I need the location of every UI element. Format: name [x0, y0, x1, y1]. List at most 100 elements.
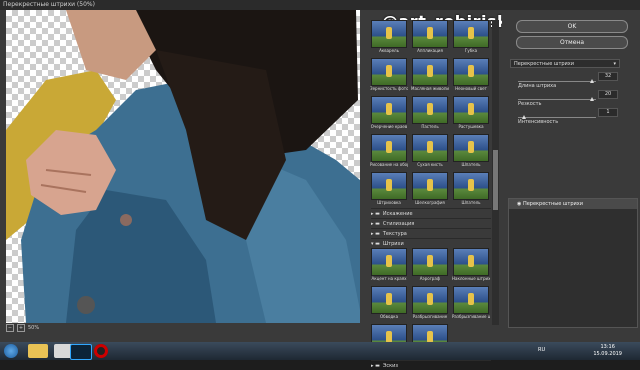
folder-brush-strokes[interactable]: ▾ ▬ Штрихи	[371, 238, 491, 248]
folder-label: Стилизация	[382, 220, 415, 227]
thumb-label: Разбрызгивание штрихов	[452, 314, 490, 319]
cancel-button[interactable]: Отмена	[516, 36, 628, 49]
folder-sketch[interactable]: ▸ ▬ Эскиз	[371, 360, 491, 370]
folder-distort[interactable]: ▸ ▬ Искажение	[371, 208, 491, 218]
slider-knob[interactable]	[521, 115, 526, 119]
param-stroke-length: Длина штриха 32	[518, 72, 618, 89]
thumb-label: Очерчение краев	[370, 124, 408, 129]
clock[interactable]: 13:16 15.09.2019	[593, 344, 622, 358]
zoom-out-button[interactable]: −	[6, 324, 14, 332]
thumb-image	[412, 286, 448, 314]
thumb-image	[453, 96, 489, 124]
folder-texture[interactable]: ▸ ▬ Текстура	[371, 228, 491, 238]
thumb-label: Аэрограф	[419, 276, 441, 281]
filter-thumb[interactable]: Неоновый свет	[453, 58, 489, 94]
thumb-label: Зернистость фотопленки	[370, 86, 408, 91]
language-indicator[interactable]: RU	[538, 347, 545, 353]
filter-thumb[interactable]: Пастель	[412, 96, 448, 132]
folder-icon[interactable]	[28, 344, 48, 358]
thumb-image	[371, 96, 407, 124]
record-icon[interactable]	[94, 344, 108, 358]
param-slider[interactable]	[518, 79, 596, 83]
folder-icon: ▸ ▬	[371, 362, 380, 369]
param-slider[interactable]	[518, 115, 596, 119]
photoshop-icon[interactable]	[70, 344, 92, 360]
folder-label: Штрихи	[382, 240, 404, 247]
thumb-image	[371, 58, 407, 86]
filter-gallery: Акварель Аппликация Губка Зернистость фо…	[370, 20, 491, 369]
filter-thumb[interactable]: Наклонные штрихи	[452, 248, 490, 284]
param-value-input[interactable]: 32	[598, 72, 618, 81]
filter-thumb[interactable]: Разбрызгивание	[412, 286, 448, 322]
filter-thumb[interactable]: Акцент на краях	[371, 248, 407, 284]
param-value-input[interactable]: 1	[598, 108, 618, 117]
filter-thumb[interactable]: Аэрограф	[412, 248, 448, 284]
filter-thumb[interactable]: Очерчение краев	[371, 96, 407, 132]
filter-select[interactable]: Перекрестные штрихи ▾	[510, 59, 620, 68]
zoom-controls: − + 50%	[6, 323, 39, 333]
layer-label: Перекрестные штрихи	[522, 201, 583, 207]
thumb-label: Рисование на обороте	[370, 162, 408, 167]
param-slider[interactable]	[518, 97, 596, 101]
thumb-label: Акварель	[379, 48, 399, 53]
artistic-thumbs: Акварель Аппликация Губка Зернистость фо…	[370, 20, 491, 208]
thumb-image	[412, 172, 448, 200]
thumb-label: Растушевка	[458, 124, 484, 129]
clock-date: 15.09.2019	[593, 351, 622, 357]
thumb-label: Акцент на краях	[371, 276, 407, 281]
thumb-image	[371, 134, 407, 162]
folder-label: Текстура	[382, 230, 407, 237]
thumb-label: Шпатель	[461, 162, 481, 167]
filter-thumb[interactable]: Шпатель	[453, 172, 489, 208]
folder-icon: ▸ ▬	[371, 220, 380, 227]
filter-thumb[interactable]: Акварель	[371, 20, 407, 56]
thumb-label: Обводка	[379, 314, 399, 319]
gallery-scrollbar[interactable]	[492, 20, 499, 325]
filter-thumb[interactable]: Обводка	[371, 286, 407, 322]
thumb-image	[412, 20, 448, 48]
filter-gallery-window: Перекрестные штрихи (50%) − + 50% Акваре…	[0, 0, 640, 369]
taskbar: RU 13:16 15.09.2019	[0, 342, 640, 360]
zoom-level[interactable]: 50%	[28, 325, 39, 331]
filter-thumb[interactable]: Сухая кисть	[412, 134, 448, 170]
param-sharpness: Резкость 20	[518, 90, 618, 107]
filter-thumb[interactable]: Губка	[453, 20, 489, 56]
effect-layer[interactable]: ◉ Перекрестные штрихи	[509, 199, 637, 209]
folder-open-icon: ▾ ▬	[371, 240, 380, 247]
thumb-label: Штриховка	[377, 200, 401, 205]
filter-thumb[interactable]: Аппликация	[412, 20, 448, 56]
preview-canvas[interactable]	[6, 10, 360, 323]
photo-preview	[6, 10, 360, 323]
thumb-label: Неоновый свет	[455, 86, 487, 91]
filter-thumb[interactable]: Растушевка	[453, 96, 489, 132]
filter-thumb[interactable]: Рисование на обороте	[370, 134, 408, 170]
thumb-image	[453, 58, 489, 86]
folder-icon: ▸ ▬	[371, 210, 380, 217]
slider-knob[interactable]	[590, 97, 595, 101]
folder-stylize[interactable]: ▸ ▬ Стилизация	[371, 218, 491, 228]
filter-thumb[interactable]: Штриховка	[371, 172, 407, 208]
filter-thumb[interactable]: Зернистость фотопленки	[370, 58, 408, 94]
filter-thumb[interactable]: Шпатель	[453, 134, 489, 170]
thumb-image	[371, 286, 407, 314]
slider-knob[interactable]	[590, 79, 595, 83]
thumb-image	[371, 172, 407, 200]
filter-thumb[interactable]: Масляная живопись	[411, 58, 449, 94]
window-title: Перекрестные штрихи (50%)	[3, 1, 95, 8]
start-icon[interactable]	[4, 344, 18, 358]
chevron-down-icon: ▾	[613, 61, 616, 67]
param-value-input[interactable]: 20	[598, 90, 618, 99]
zoom-in-button[interactable]: +	[17, 324, 25, 332]
thumb-label: Разбрызгивание	[412, 314, 448, 319]
ok-button[interactable]: OK	[516, 20, 628, 33]
effect-layers-panel: ◉ Перекрестные штрихи	[508, 198, 638, 328]
thumb-label: Сухая кисть	[417, 162, 443, 167]
thumb-image	[453, 20, 489, 48]
filter-thumb[interactable]: Разбрызгивание штрихов	[452, 286, 490, 322]
param-label: Резкость	[518, 101, 542, 107]
thumb-image	[412, 58, 448, 86]
thumb-image	[453, 172, 489, 200]
folder-icon: ▸ ▬	[371, 230, 380, 237]
scrollbar-thumb[interactable]	[493, 150, 498, 210]
filter-thumb[interactable]: Шелкография	[412, 172, 448, 208]
